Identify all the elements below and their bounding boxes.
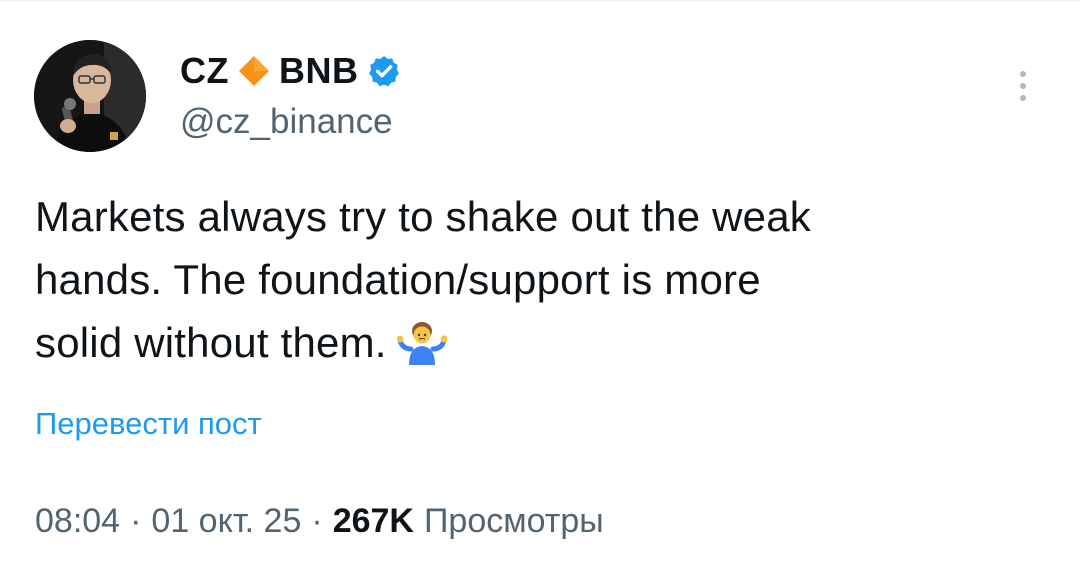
avatar[interactable] (34, 40, 146, 152)
author-name[interactable]: CZ (180, 49, 229, 93)
tweet-text: Markets always try to shake out the weak… (35, 185, 1045, 382)
tweet-time[interactable]: 08:04 (35, 498, 120, 544)
tweet-line-last: solid without them. (35, 311, 1045, 382)
more-dot-icon (1020, 95, 1026, 101)
author-name-row[interactable]: CZ BNB (180, 49, 401, 93)
translate-post-link[interactable]: Перевести пост (35, 404, 262, 444)
views-count[interactable]: 267K (333, 498, 414, 544)
meta-separator: · (130, 502, 142, 540)
top-divider (0, 0, 1080, 2)
author-org[interactable]: BNB (279, 49, 359, 93)
tweet-date[interactable]: 01 окт. 25 (151, 498, 301, 544)
tweet-meta: 08:04 · 01 окт. 25 · 267K Просмотры (35, 498, 604, 544)
bnb-diamond-icon (237, 54, 271, 88)
views-label[interactable]: Просмотры (424, 498, 604, 544)
verified-badge-icon[interactable] (367, 54, 401, 88)
author-handle[interactable]: @cz_binance (180, 100, 393, 144)
meta-separator: · (311, 502, 323, 540)
more-dot-icon (1020, 83, 1026, 89)
tweet-line: solid without them. (35, 319, 387, 366)
more-options-button[interactable] (1006, 64, 1040, 108)
shrug-icon (396, 319, 448, 382)
tweet-line: Markets always try to shake out the weak (35, 193, 811, 240)
avatar-photo (34, 40, 146, 152)
more-dot-icon (1020, 71, 1026, 77)
tweet-line: hands. The foundation/support is more (35, 256, 761, 303)
